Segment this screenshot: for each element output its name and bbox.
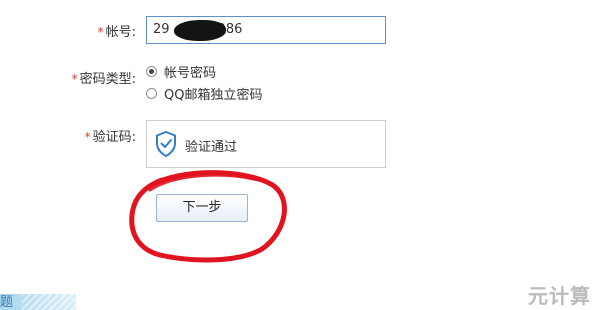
password-type-label: * 密码类型: xyxy=(40,71,136,88)
radio-option-label: QQ邮箱独立密码 xyxy=(164,87,263,103)
password-type-label-text: 密码类型: xyxy=(79,72,136,87)
captcha-label-text: 验证码: xyxy=(92,130,136,145)
radio-option-account-password[interactable]: 帐号密码 xyxy=(146,63,217,81)
account-label-text: 帐号: xyxy=(105,25,136,40)
account-input[interactable]: 29 986 xyxy=(146,16,386,44)
radio-selected-icon[interactable] xyxy=(146,65,157,77)
redaction-mark xyxy=(174,20,226,41)
watermark-text: 元计算 xyxy=(528,284,591,308)
radio-option-qq-mail-password[interactable]: QQ邮箱独立密码 xyxy=(146,85,263,103)
account-value-prefix: 29 xyxy=(153,22,170,37)
shield-check-icon xyxy=(156,131,176,157)
tab-fragment: 题 xyxy=(0,294,76,310)
tab-decoration xyxy=(22,294,76,310)
radio-option-label: 帐号密码 xyxy=(164,65,217,81)
required-mark: * xyxy=(84,130,91,144)
account-label: * 帐号: xyxy=(40,24,136,41)
radio-unselected-icon[interactable] xyxy=(146,87,157,99)
required-mark: * xyxy=(97,25,104,39)
tab-fragment-text: 题 xyxy=(0,295,14,310)
captcha-label: * 验证码: xyxy=(40,129,136,146)
next-button[interactable]: 下一步 xyxy=(156,194,248,222)
required-mark: * xyxy=(71,72,78,86)
captcha-box[interactable]: 验证通过 xyxy=(146,120,386,168)
captcha-status-text: 验证通过 xyxy=(185,140,238,155)
